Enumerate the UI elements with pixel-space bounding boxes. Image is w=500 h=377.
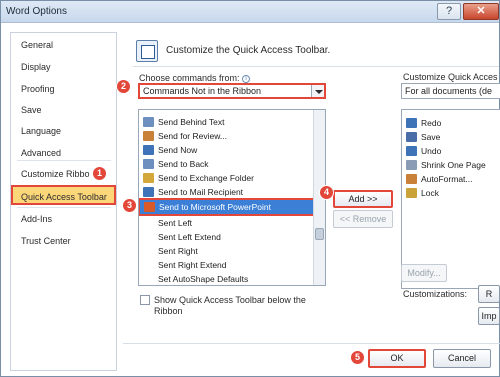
list-item[interactable]: Undo: [402, 144, 500, 158]
list-item-label: AutoFormat...: [421, 174, 473, 184]
title-bar: Word Options ? ✕: [1, 1, 499, 23]
scrollbar-thumb[interactable]: [315, 228, 324, 240]
list-item[interactable]: Set AutoShape Defaults: [139, 272, 314, 285]
list-item-label: Send to Microsoft PowerPoint: [159, 202, 271, 212]
list-item-label: Save: [421, 132, 441, 142]
list-item-label: Set AutoShape Defaults: [158, 274, 249, 284]
list-item[interactable]: Sent Right: [139, 244, 314, 258]
footer-divider: [123, 343, 500, 344]
options-nav: General Display Proofing Save Language A…: [10, 32, 117, 371]
list-item[interactable]: AutoFormat...: [402, 172, 500, 186]
list-item-label: Send to Mail Recipient: [158, 187, 244, 197]
remove-button[interactable]: << Remove: [333, 210, 393, 228]
nav-item-trust-center[interactable]: Trust Center: [11, 231, 116, 251]
list-item-label: Undo: [421, 146, 442, 156]
scope-value: For all documents (de: [405, 86, 493, 96]
list-item[interactable]: Shrink One Page: [402, 158, 500, 172]
list-item[interactable]: Sent Right Extend: [139, 258, 314, 272]
autoformat-icon: [406, 174, 417, 184]
lock-icon: [406, 188, 417, 198]
list-item-label: Send to Back: [158, 159, 209, 169]
commands-list[interactable]: Send Behind Text Send for Review... Send…: [138, 109, 326, 286]
list-item[interactable]: Send Now: [139, 143, 314, 157]
list-item[interactable]: Redo: [402, 116, 500, 130]
list-item-label: Send Now: [158, 145, 198, 155]
list-item-selected[interactable]: Send to Microsoft PowerPoint: [139, 198, 315, 216]
list-item[interactable]: Send to Mail Recipient: [139, 185, 314, 199]
show-below-ribbon-label-line2: Ribbon: [154, 306, 183, 316]
info-icon: i: [242, 74, 251, 83]
send-back-icon: [143, 159, 154, 169]
list-item[interactable]: Sent Left: [139, 216, 314, 230]
save-icon: [406, 132, 417, 142]
customize-qat-label: Customize Quick Acces: [403, 72, 498, 82]
list-item-label: Shrink One Page: [421, 160, 486, 170]
nav-separator: [17, 207, 111, 208]
toolbar-items-list[interactable]: Redo Save Undo Shrink One Page AutoForma…: [401, 109, 500, 289]
nav-item-display[interactable]: Display: [11, 57, 116, 77]
customizations-label: Customizations:: [403, 289, 468, 299]
review-icon: [143, 131, 154, 141]
exchange-icon: [143, 173, 154, 183]
import-export-button[interactable]: Imp: [478, 307, 500, 325]
show-below-ribbon-checkbox[interactable]: [140, 295, 150, 305]
mail-recipient-icon: [143, 187, 154, 197]
step-badge-1: 1: [92, 166, 107, 181]
word-options-dialog: Word Options ? ✕ General Display Proofin…: [0, 0, 500, 377]
nav-separator: [17, 160, 111, 161]
list-item-label: Redo: [421, 118, 442, 128]
scope-dropdown[interactable]: For all documents (de: [401, 83, 500, 99]
list-item-label: Sent Right Extend: [158, 260, 227, 270]
list-item[interactable]: Send to Exchange Folder: [139, 171, 314, 185]
list-item-label: Lock: [421, 188, 439, 198]
add-button[interactable]: Add >>: [333, 190, 393, 208]
nav-item-save[interactable]: Save: [11, 100, 116, 120]
redo-icon: [406, 118, 417, 128]
shrink-page-icon: [406, 160, 417, 170]
ok-button[interactable]: OK: [368, 349, 426, 368]
list-item[interactable]: Save: [402, 130, 500, 144]
list-item-label: Sent Left: [158, 218, 193, 228]
window-title: Word Options: [6, 6, 67, 17]
send-behind-icon: [143, 117, 154, 127]
nav-item-general[interactable]: General: [11, 35, 116, 55]
list-item[interactable]: Sent Left Extend: [139, 230, 314, 244]
nav-item-quick-access-toolbar[interactable]: Quick Access Toolbar: [11, 185, 116, 205]
help-button[interactable]: ?: [437, 3, 461, 20]
choose-commands-value: Commands Not in the Ribbon: [143, 86, 262, 96]
step-badge-4: 4: [319, 185, 334, 200]
powerpoint-icon: [144, 202, 155, 212]
undo-icon: [406, 146, 417, 156]
list-item-label: Send for Review...: [158, 131, 227, 141]
list-item[interactable]: Send for Review...: [139, 129, 314, 143]
step-badge-3: 3: [122, 198, 137, 213]
list-item-label: Send Behind Text: [158, 117, 225, 127]
list-item-label: Sent Right: [158, 246, 198, 256]
list-item[interactable]: Send Behind Text: [139, 115, 314, 129]
list-item[interactable]: Send to Back: [139, 157, 314, 171]
list-item-label: Sent Left Extend: [158, 232, 221, 242]
page-title: Customize the Quick Access Toolbar.: [166, 45, 331, 56]
show-below-ribbon-label: Show Quick Access Toolbar below the: [154, 295, 306, 305]
header-divider: [133, 66, 499, 67]
choose-commands-dropdown[interactable]: Commands Not in the Ribbon: [138, 83, 326, 99]
step-badge-2: 2: [116, 79, 131, 94]
cancel-button[interactable]: Cancel: [433, 349, 491, 368]
nav-item-language[interactable]: Language: [11, 121, 116, 141]
nav-item-add-ins[interactable]: Add-Ins: [11, 209, 116, 229]
chevron-down-icon[interactable]: [311, 85, 324, 97]
close-button[interactable]: ✕: [463, 3, 499, 20]
qat-settings-panel: Customize the Quick Access Toolbar. Choo…: [123, 32, 500, 341]
mail-icon: [143, 145, 154, 155]
step-badge-5: 5: [350, 350, 365, 365]
modify-button[interactable]: Modify...: [401, 264, 447, 282]
reset-button[interactable]: R: [478, 285, 500, 303]
list-item-label: Send to Exchange Folder: [158, 173, 254, 183]
quick-access-toolbar-icon: [136, 40, 158, 62]
nav-item-proofing[interactable]: Proofing: [11, 79, 116, 99]
list-item[interactable]: Lock: [402, 186, 500, 200]
choose-commands-label: Choose commands from: i: [139, 73, 251, 83]
